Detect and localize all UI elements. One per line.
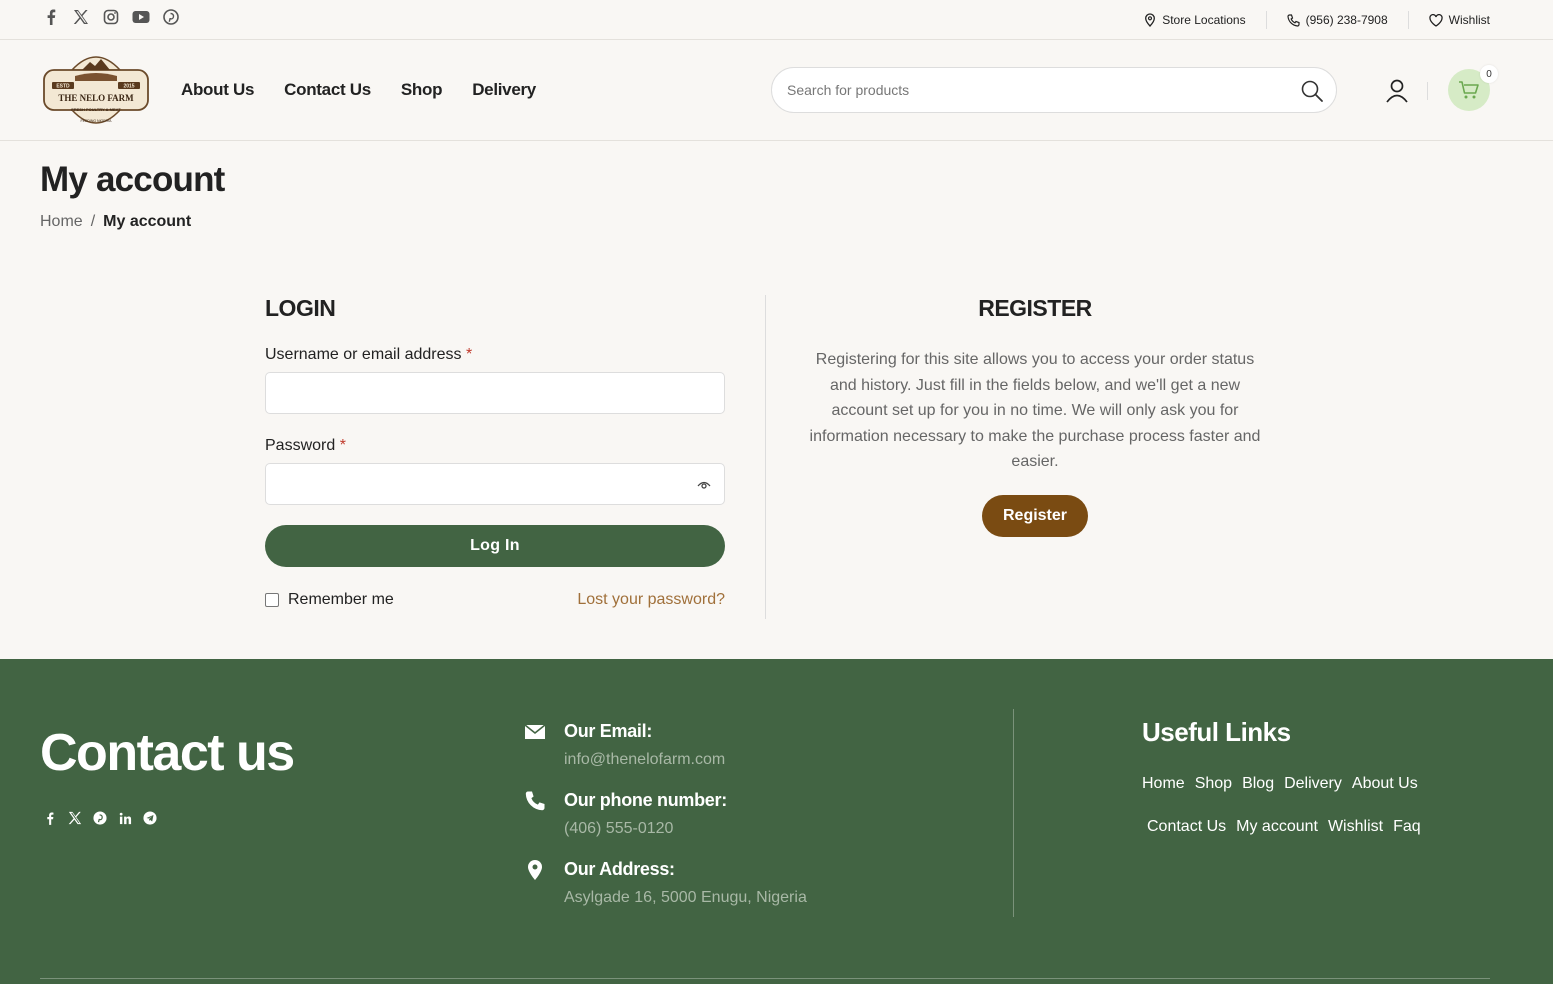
- show-password-icon[interactable]: [696, 477, 712, 493]
- wishlist-label: Wishlist: [1448, 13, 1490, 27]
- footer-link-shop[interactable]: Shop: [1195, 775, 1232, 793]
- linkedin-icon[interactable]: [117, 810, 133, 826]
- phone-icon: [525, 791, 545, 811]
- phone-link[interactable]: (956) 238-7908: [1265, 11, 1408, 29]
- pinterest-icon[interactable]: [162, 8, 180, 26]
- top-phone-number: (956) 238-7908: [1305, 13, 1388, 27]
- register-button[interactable]: Register: [982, 494, 1088, 537]
- facebook-icon[interactable]: [42, 8, 60, 26]
- nav-contact-us[interactable]: Contact Us: [284, 80, 371, 100]
- password-input[interactable]: [266, 464, 724, 504]
- username-label: Username or email address *: [265, 346, 473, 363]
- youtube-icon[interactable]: [132, 8, 150, 26]
- email-label: Our Email:: [564, 721, 653, 741]
- site-logo[interactable]: ESTD 2015 THE NELO FARM FRESH POULTRY & …: [42, 48, 150, 134]
- breadcrumb-separator: /: [90, 213, 96, 230]
- top-social-links: [42, 8, 180, 26]
- envelope-icon: [524, 724, 546, 739]
- register-description: Registering for this site allows you to …: [809, 351, 1261, 471]
- username-input[interactable]: [266, 373, 724, 413]
- phone-label: Our phone number:: [564, 790, 727, 810]
- store-locations-link[interactable]: Store Locations: [1124, 11, 1265, 29]
- remember-me-checkbox[interactable]: [265, 593, 279, 607]
- login-title: LOGIN: [265, 295, 336, 321]
- store-locations-label: Store Locations: [1162, 13, 1246, 27]
- footer-link-contact-us[interactable]: Contact Us: [1147, 818, 1226, 836]
- password-label: Password *: [265, 437, 346, 454]
- footer-title: Contact us: [40, 724, 295, 782]
- search-icon[interactable]: [1300, 79, 1324, 103]
- footer-divider: [1013, 709, 1014, 917]
- main-nav: About Us Contact Us Shop Delivery: [181, 80, 536, 100]
- x-icon[interactable]: [72, 8, 90, 26]
- remember-me-label[interactable]: Remember me: [265, 591, 394, 609]
- cart-button[interactable]: 0: [1448, 65, 1498, 111]
- footer-link-wishlist[interactable]: Wishlist: [1328, 818, 1383, 836]
- phone-value[interactable]: (406) 555-0120: [564, 820, 673, 838]
- login-form: LOGIN Username or email address * Passwo…: [265, 295, 725, 609]
- password-field-wrapper: [265, 463, 725, 505]
- footer-link-my-account[interactable]: My account: [1236, 818, 1318, 836]
- cart-icon: [1459, 81, 1479, 99]
- x-icon[interactable]: [67, 810, 83, 826]
- logo-name: THE NELO FARM: [58, 93, 134, 103]
- logo-estd: ESTD: [56, 84, 70, 90]
- heart-icon: [1429, 13, 1443, 27]
- remember-me-text: Remember me: [288, 591, 394, 608]
- username-field-wrapper: [265, 372, 725, 414]
- telegram-icon[interactable]: [142, 810, 158, 826]
- address-value: Asylgade 16, 5000 Enugu, Nigeria: [564, 889, 807, 906]
- login-button[interactable]: Log In: [265, 525, 725, 567]
- lost-password-link[interactable]: Lost your password?: [577, 591, 725, 609]
- search-input[interactable]: [787, 68, 1287, 112]
- login-options: Remember me Lost your password?: [265, 591, 725, 609]
- nav-delivery[interactable]: Delivery: [472, 80, 536, 100]
- header-separator: [1427, 82, 1428, 100]
- logo-year: 2015: [123, 84, 134, 90]
- footer-link-delivery[interactable]: Delivery: [1284, 775, 1342, 793]
- nav-about-us[interactable]: About Us: [181, 80, 254, 100]
- register-title: REGISTER: [978, 295, 1092, 321]
- page-title: My account: [40, 160, 225, 199]
- breadcrumb-current: My account: [103, 213, 192, 230]
- footer-link-home[interactable]: Home: [1142, 775, 1185, 793]
- phone-icon: [1286, 13, 1300, 27]
- footer-link-about-us[interactable]: About Us: [1352, 775, 1418, 793]
- search-box: [771, 67, 1337, 113]
- breadcrumb-home[interactable]: Home: [40, 213, 83, 231]
- location-pin-icon: [528, 860, 542, 880]
- useful-links-title: Useful Links: [1142, 717, 1291, 747]
- address-label: Our Address:: [564, 859, 675, 879]
- facebook-icon[interactable]: [42, 810, 58, 826]
- breadcrumb: Home / My account: [40, 213, 191, 231]
- pinterest-icon[interactable]: [92, 810, 108, 826]
- useful-links: Home Shop Blog Delivery About Us Contact…: [1142, 775, 1442, 836]
- required-mark: *: [465, 346, 473, 363]
- email-value[interactable]: info@thenelofarm.com: [564, 751, 725, 769]
- wishlist-link[interactable]: Wishlist: [1407, 11, 1490, 29]
- footer-link-faq[interactable]: Faq: [1393, 818, 1421, 836]
- footer: Contact us Our Email: info@thenelofarm.c…: [0, 659, 1553, 984]
- footer-bottom-line: [40, 978, 1490, 979]
- instagram-icon[interactable]: [102, 8, 120, 26]
- logo-tagline: FRESH POULTRY & MEAT: [71, 107, 121, 112]
- cart-count-badge: 0: [1480, 65, 1498, 83]
- footer-link-blog[interactable]: Blog: [1242, 775, 1274, 793]
- footer-social-links: [42, 810, 158, 826]
- register-section: REGISTER Registering for this site allow…: [805, 295, 1265, 537]
- map-pin-icon: [1145, 13, 1156, 27]
- nav-shop[interactable]: Shop: [401, 80, 443, 100]
- required-mark: *: [339, 437, 346, 454]
- column-divider: [765, 295, 766, 619]
- logo-footer-text: FEEDING NIGERIA: [81, 119, 113, 123]
- user-account-icon[interactable]: [1384, 78, 1410, 104]
- top-bar: Store Locations (956) 238-7908 Wishlist: [0, 0, 1553, 40]
- main-header: ESTD 2015 THE NELO FARM FRESH POULTRY & …: [0, 40, 1553, 141]
